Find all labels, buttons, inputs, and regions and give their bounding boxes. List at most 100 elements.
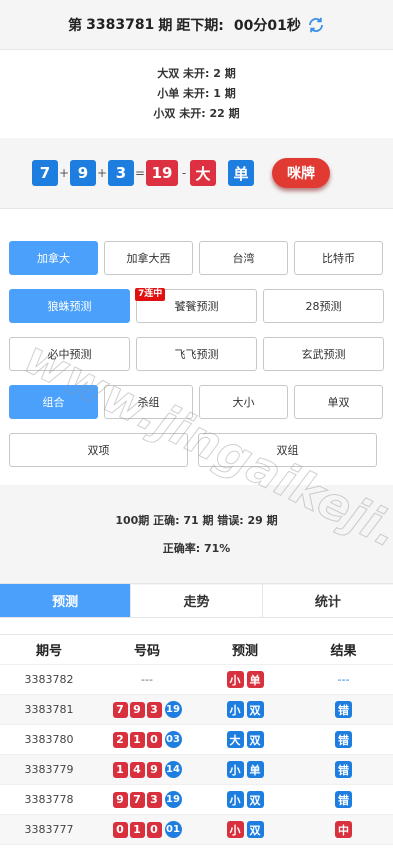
missing-line: 大双 未开: 2 期 [157, 67, 236, 80]
result-badge: 错 [335, 731, 352, 748]
missing-line: 小双 未开: 22 期 [153, 107, 240, 120]
result-sum: 19 [146, 160, 178, 186]
prediction-badge: 双 [246, 821, 264, 838]
predict-method-4[interactable]: 必中预测 [9, 337, 130, 371]
result-size: 大 [190, 160, 216, 186]
row-period: 3383780 [24, 733, 74, 746]
dash-sign: - [181, 166, 187, 180]
option-grid: 加拿大 加拿大西 台湾 比特币 狼蛛预测 7连中 饕餮预测 28预测 必中预测 … [0, 208, 393, 485]
region-canada-west[interactable]: 加拿大西 [104, 241, 193, 275]
row-number-ball: 0 [146, 731, 162, 748]
header-result: 结果 [330, 644, 357, 659]
table-row: 3383782 --- 小单 --- [0, 665, 393, 695]
row-sum-ball: 03 [164, 731, 182, 748]
result-number-1: 7 [32, 160, 58, 186]
row-result: 错 [294, 761, 393, 778]
period-prefix: 第 [68, 17, 83, 34]
result-badge: 错 [335, 761, 352, 778]
row-prediction: 小双 [196, 791, 294, 808]
tab-predict[interactable]: 预测 [0, 584, 132, 617]
table-row: 3383780 2 1 0 03 大双错 [0, 725, 393, 755]
table-row: 3383781 7 9 3 19 小双错 [0, 695, 393, 725]
prediction-badge: 单 [246, 761, 264, 778]
plus-sign: + [96, 166, 108, 180]
row-result: 错 [294, 791, 393, 808]
result-number-2: 9 [70, 160, 96, 186]
row-number-ball: 9 [146, 761, 162, 778]
prediction-badge: 小 [226, 671, 244, 688]
tab-bar: 预测 走势 统计 [0, 583, 393, 618]
table-row: 3383777 0 1 0 01 小双中 [0, 815, 393, 845]
table-row: 3383779 1 4 9 14 小单错 [0, 755, 393, 785]
draw-result: 7 + 9 + 3 = 19 - 大 单 咪牌 [0, 138, 393, 208]
row-prediction: 小单 [196, 761, 294, 778]
refresh-icon[interactable] [307, 16, 325, 34]
row-prediction: 小双 [196, 821, 294, 838]
accuracy-rate: 正确率: 71% [162, 542, 231, 555]
bet-type-parity[interactable]: 单双 [294, 385, 383, 419]
missing-summary: 大双 未开: 2 期 小单 未开: 1 期 小双 未开: 22 期 [0, 50, 393, 138]
row-number-ball: 1 [129, 731, 145, 748]
period-number: 3383781 [86, 16, 155, 33]
row-result: 错 [294, 701, 393, 718]
result-badge: 中 [335, 821, 352, 838]
mipai-button[interactable]: 咪牌 [272, 158, 330, 188]
countdown-label: 距下期: [176, 17, 224, 34]
row-prediction: 小双 [196, 701, 294, 718]
row-number-ball: 0 [112, 821, 128, 838]
predict-method-6[interactable]: 玄武预测 [263, 337, 384, 371]
streak-badge: 7连中 [135, 288, 166, 301]
tab-trend[interactable]: 走势 [131, 584, 263, 617]
header-period: 期号 [35, 644, 62, 659]
history-table: 期号 号码 预测 结果 3383782 --- 小单 --- 3383781 7 9 3 19 小… [0, 634, 393, 845]
row-number-ball: 9 [129, 701, 145, 718]
row-number-ball: 7 [112, 701, 128, 718]
row-numbers: --- [98, 673, 196, 686]
row-period: 3383781 [24, 703, 74, 716]
row-prediction: 小单 [196, 671, 294, 688]
row-number-ball: 4 [129, 761, 145, 778]
row-period: 3383782 [24, 673, 74, 686]
row-result: 错 [294, 731, 393, 748]
row-number-ball: 1 [112, 761, 128, 778]
result-badge: 错 [335, 701, 352, 718]
result-badge: --- [337, 673, 350, 686]
row-sum-ball: 01 [164, 821, 182, 838]
row-result: 中 [294, 821, 393, 838]
region-canada[interactable]: 加拿大 [9, 241, 98, 275]
result-badge: 错 [335, 791, 352, 808]
countdown-value: 00分01秒 [233, 17, 301, 34]
period-suffix: 期 [158, 17, 173, 34]
predict-method-1[interactable]: 狼蛛预测 [9, 289, 130, 323]
row-period: 3383778 [24, 793, 74, 806]
row-result: --- [294, 673, 393, 686]
row-sum-ball: 19 [164, 791, 182, 808]
accuracy-counts: 100期 正确: 71 期 错误: 29 期 [115, 514, 278, 527]
predict-method-3[interactable]: 28预测 [263, 289, 384, 323]
row-number-ball: 1 [129, 821, 145, 838]
accuracy-stats: 100期 正确: 71 期 错误: 29 期 正确率: 71% [0, 485, 393, 585]
prediction-badge: 双 [246, 731, 264, 748]
bet-type-kill-group[interactable]: 杀组 [104, 385, 193, 419]
prediction-badge: 双 [246, 701, 264, 718]
bet-type-double-item[interactable]: 双项 [9, 433, 188, 467]
row-numbers: 7 9 3 19 [98, 701, 196, 718]
predict-method-2-label: 饕餮预测 [174, 300, 219, 313]
row-numbers: 2 1 0 03 [98, 731, 196, 748]
predict-method-5[interactable]: 飞飞预测 [136, 337, 257, 371]
bet-type-double-group[interactable]: 双组 [198, 433, 377, 467]
tab-statistics[interactable]: 统计 [263, 584, 393, 617]
equals-sign: = [134, 166, 146, 180]
row-numbers: 0 1 0 01 [98, 821, 196, 838]
predict-method-2[interactable]: 7连中 饕餮预测 [135, 288, 257, 323]
bet-type-size[interactable]: 大小 [199, 385, 288, 419]
prediction-badge: 双 [246, 791, 264, 808]
region-taiwan[interactable]: 台湾 [199, 241, 288, 275]
region-bitcoin[interactable]: 比特币 [294, 241, 383, 275]
bet-type-combo[interactable]: 组合 [9, 385, 98, 419]
missing-line: 小单 未开: 1 期 [157, 87, 236, 100]
table-header: 期号 号码 预测 结果 [0, 635, 393, 665]
row-number-ball: 2 [112, 731, 128, 748]
prediction-badge: 小 [226, 701, 244, 718]
header-prediction: 预测 [231, 644, 258, 659]
